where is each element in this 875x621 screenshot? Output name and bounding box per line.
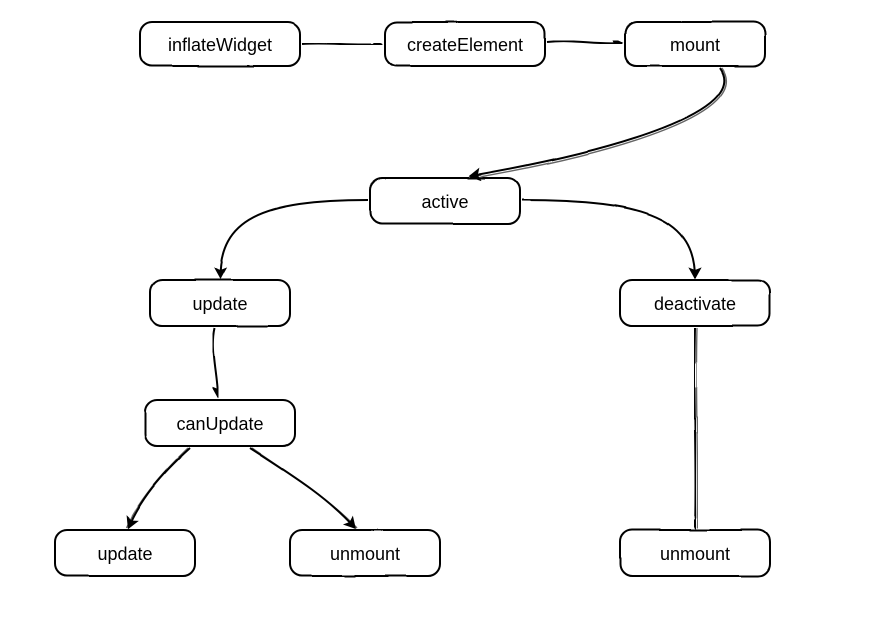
lifecycle-diagram: inflateWidget createElement mount active… <box>0 0 875 621</box>
node-deactivate: deactivate <box>620 280 770 326</box>
label-deactivate: deactivate <box>654 294 736 314</box>
node-unmount1: unmount <box>290 530 440 576</box>
node-canUpdate: canUpdate <box>145 400 295 446</box>
edge-update1-canUpdate <box>213 328 218 397</box>
edge-mount-active <box>470 68 724 176</box>
edge-inflateWidget-createElement <box>302 43 382 44</box>
label-unmount1: unmount <box>330 544 400 564</box>
node-inflateWidget: inflateWidget <box>140 22 300 66</box>
edge-canUpdate-unmount1 <box>250 448 355 528</box>
node-createElement: createElement <box>385 22 545 66</box>
label-mount: mount <box>670 35 720 55</box>
label-canUpdate: canUpdate <box>176 414 263 434</box>
label-active: active <box>421 192 468 212</box>
edge-deactivate-unmount2 <box>694 328 695 528</box>
label-inflateWidget: inflateWidget <box>168 35 272 55</box>
edge-active-update1 <box>220 200 368 278</box>
node-update2: update <box>55 530 195 576</box>
node-mount: mount <box>625 22 765 66</box>
node-unmount2: unmount <box>620 530 770 576</box>
label-update2: update <box>97 544 152 564</box>
label-update1: update <box>192 294 247 314</box>
node-update1: update <box>150 280 290 326</box>
edge-canUpdate-update2 <box>128 448 190 528</box>
node-active: active <box>370 178 520 224</box>
label-createElement: createElement <box>407 35 523 55</box>
label-unmount2: unmount <box>660 544 730 564</box>
edge-createElement-mount <box>547 41 622 43</box>
edge-active-deactivate <box>522 200 695 278</box>
